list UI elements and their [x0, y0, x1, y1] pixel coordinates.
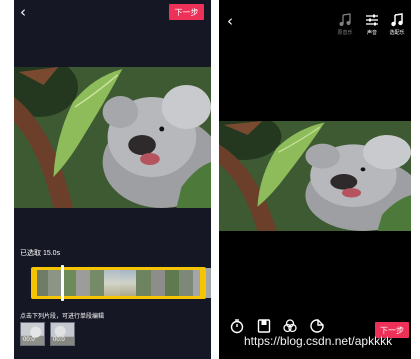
crop-button[interactable]: [256, 318, 272, 334]
original-music-button[interactable]: 原音乐: [335, 13, 355, 36]
crop-icon: [257, 319, 271, 333]
tool-label: 选配乐: [389, 30, 405, 36]
music-note-icon: [339, 13, 351, 26]
timer-icon: [230, 319, 244, 334]
video-preview[interactable]: [219, 121, 411, 231]
playhead[interactable]: [61, 265, 64, 301]
selected-duration: 已选取 15.0s: [20, 250, 61, 257]
back-button[interactable]: ‹: [227, 14, 233, 29]
sliders-icon: [366, 14, 378, 26]
tool-label: 原音乐: [337, 30, 353, 36]
trim-timeline[interactable]: [14, 265, 211, 303]
edit-screen: ‹ 原音乐 声音 选配乐 下一步: [219, 0, 411, 359]
segment-thumb[interactable]: 00:0: [20, 322, 45, 346]
sticker-icon: [310, 319, 324, 333]
segment-time: 00:0: [23, 337, 35, 343]
sound-button[interactable]: 声音: [362, 13, 382, 36]
sticker-button[interactable]: [309, 318, 325, 334]
back-button[interactable]: ‹: [20, 5, 26, 20]
filter-icon: [283, 319, 297, 333]
video-preview[interactable]: [14, 67, 211, 208]
segment-thumb[interactable]: 00:0: [50, 322, 75, 346]
segment-time: 00:0: [53, 337, 65, 343]
choose-music-button[interactable]: 选配乐: [387, 13, 407, 36]
back-arrow-icon: ‹: [20, 3, 26, 21]
back-arrow-icon: ‹: [227, 12, 233, 30]
koala-image: [219, 121, 411, 231]
koala-image: [14, 67, 211, 208]
selection-handles[interactable]: [31, 267, 206, 299]
trim-screen: ‹ 下一步 已选取 15.0s 点击下列片段，可进行单段编辑 00:0 00:0: [14, 0, 211, 359]
next-step-button[interactable]: 下一步: [169, 4, 204, 20]
timer-button[interactable]: [229, 318, 245, 334]
music-note-icon: [391, 13, 403, 27]
watermark-text: https://blog.csdn.net/apkkkk: [244, 334, 393, 348]
tool-label: 声音: [366, 30, 377, 36]
segment-hint: 点击下列片段，可进行单段编辑: [20, 314, 105, 320]
filter-button[interactable]: [282, 318, 298, 334]
